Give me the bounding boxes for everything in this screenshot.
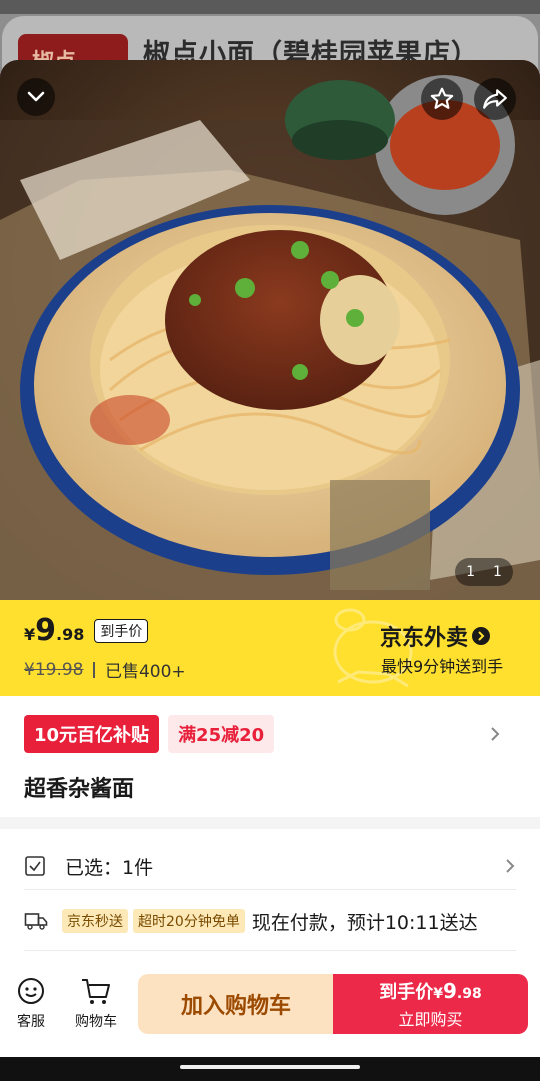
selected-spec-text: 已选：1件 xyxy=(65,856,154,879)
buy-now-button[interactable]: 到手价 ¥ 9 .98 立即购买 xyxy=(333,974,528,1034)
chat-smile-icon xyxy=(18,978,44,1004)
service-label: 客服 xyxy=(17,1014,45,1030)
promo-tags[interactable]: 10元百亿补贴 满25减20 xyxy=(24,715,275,753)
delivery-row[interactable]: 京东秒送 超时20分钟免单 现在付款，预计10:11送达 xyxy=(24,903,524,939)
system-navigation-bar xyxy=(0,1057,540,1081)
price-decimal: .98 xyxy=(56,625,85,644)
cart-label: 购物车 xyxy=(75,1014,117,1030)
page-current: 1 xyxy=(466,564,475,580)
customer-service-button[interactable]: 客服 xyxy=(16,977,46,1031)
row-divider xyxy=(24,889,516,890)
chevron-right-icon[interactable] xyxy=(489,725,501,743)
buy-price-prefix: 到手价 xyxy=(379,982,434,1003)
checklist-icon xyxy=(25,856,45,876)
share-icon xyxy=(483,89,507,109)
arrow-right-circle-icon xyxy=(472,627,491,645)
instant-delivery-tag: 京东秒送 xyxy=(62,909,128,933)
add-to-cart-button[interactable]: 加入购物车 xyxy=(138,974,334,1034)
favorite-button[interactable] xyxy=(421,78,463,120)
price-band: ¥ 9 .98 到手价 ¥19.98 已售400+ 京东外卖 最快9分钟送到手 xyxy=(0,600,540,696)
shopping-cart-button[interactable]: 购物车 xyxy=(75,977,117,1031)
collapse-button[interactable] xyxy=(17,78,55,116)
sold-count: 已售400+ xyxy=(104,662,186,682)
brand-link[interactable]: 京东外卖 xyxy=(380,620,491,652)
buy-now-label: 立即购买 xyxy=(398,1010,463,1029)
image-page-indicator: 1 1 xyxy=(455,558,513,586)
buy-price-integer: 9 xyxy=(443,979,457,1003)
bottom-action-bar: 客服 购物车 加入购物车 到手价 ¥ 9 .98 立即购买 xyxy=(0,965,540,1057)
delivery-speed: 最快9分钟送到手 xyxy=(381,657,504,676)
late-free-tag: 超时20分钟免单 xyxy=(133,909,245,933)
brand-name: 京东外卖 xyxy=(380,626,469,651)
promo-subsidy-tag[interactable]: 10元百亿补贴 xyxy=(24,715,160,753)
shopping-cart-icon xyxy=(82,979,110,1004)
section-divider xyxy=(0,817,540,829)
status-bar xyxy=(0,0,540,14)
price-integer: 9 xyxy=(35,613,57,648)
delivery-truck-icon xyxy=(24,913,48,930)
original-price-row: ¥19.98 已售400+ xyxy=(24,657,186,683)
buy-price-currency: ¥ xyxy=(433,986,443,1002)
divider xyxy=(93,661,95,678)
noodle-bowl-image xyxy=(0,60,540,600)
delivery-eta: 现在付款，预计10:11送达 xyxy=(251,911,478,934)
chevron-down-icon xyxy=(27,91,45,102)
buy-price-decimal: .98 xyxy=(456,986,482,1002)
buy-price-line: 到手价 ¥ 9 .98 xyxy=(379,978,481,1004)
star-icon xyxy=(430,87,454,109)
share-button[interactable] xyxy=(474,78,516,120)
original-price: ¥19.98 xyxy=(24,659,84,680)
product-image[interactable]: 1 1 xyxy=(0,60,540,600)
product-title: 超香杂酱面 xyxy=(24,777,135,802)
chevron-right-icon xyxy=(506,859,515,873)
page-total: 1 xyxy=(493,564,502,580)
final-price-tag: 到手价 xyxy=(94,619,149,643)
home-indicator[interactable] xyxy=(180,1065,360,1069)
final-price: ¥ 9 .98 到手价 xyxy=(24,613,149,648)
price-currency: ¥ xyxy=(24,625,36,644)
row-divider xyxy=(24,950,516,951)
product-sheet: 1 1 ¥ 9 .98 到手价 ¥19.98 已售400+ 京东外卖 最快9分钟… xyxy=(0,60,540,1057)
promo-discount-tag[interactable]: 满25减20 xyxy=(168,715,275,753)
selected-spec-row[interactable]: 已选：1件 xyxy=(24,846,516,886)
